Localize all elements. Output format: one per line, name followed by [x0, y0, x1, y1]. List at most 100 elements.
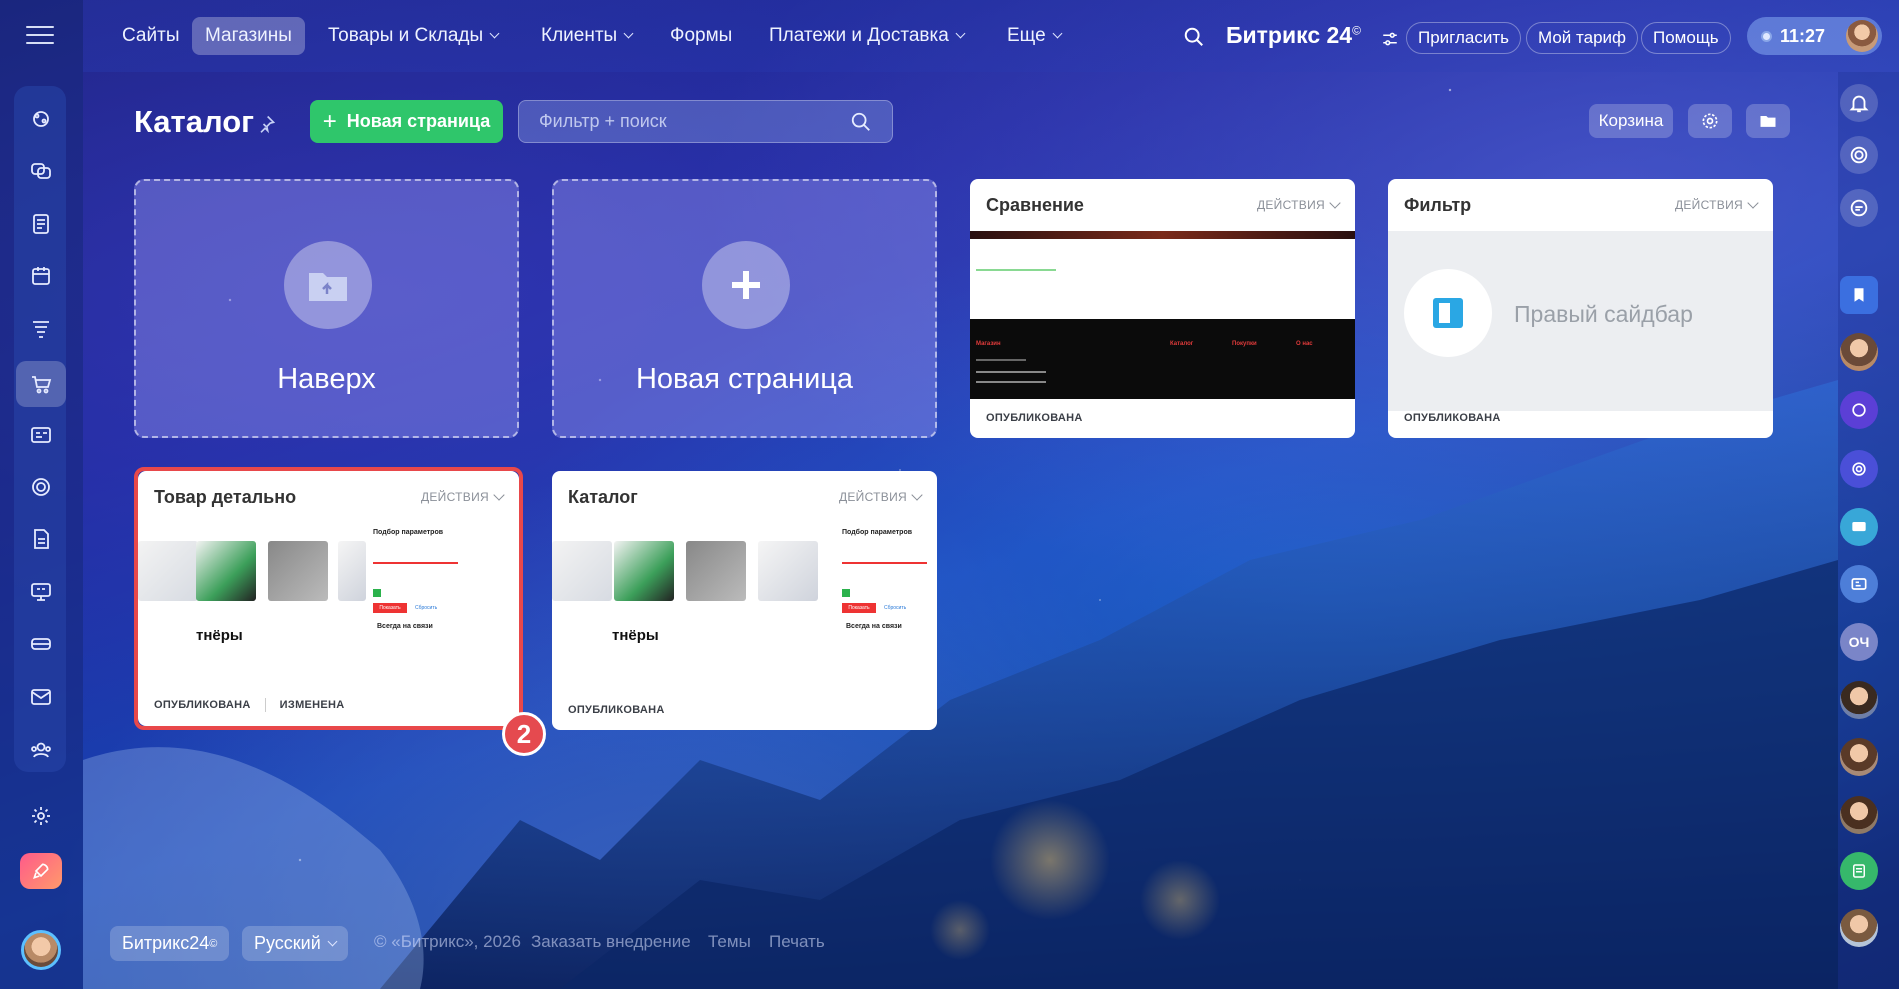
chat-group-icon[interactable]	[1840, 391, 1878, 429]
invite-button[interactable]: Пригласить	[1406, 22, 1522, 54]
topnav-more[interactable]: Еще	[994, 17, 1074, 55]
help-button[interactable]: Помощь	[1641, 22, 1731, 54]
copilot-icon[interactable]	[1840, 136, 1878, 174]
notifications-bell-icon[interactable]	[1840, 84, 1878, 122]
search-icon[interactable]	[1183, 26, 1205, 48]
filter-settings-icon[interactable]	[1381, 30, 1399, 48]
page-card-catalog[interactable]: Каталог ДЕЙСТВИЯ Подбор параметров Показ…	[552, 471, 937, 730]
card-header: Фильтр ДЕЙСТВИЯ	[1388, 179, 1773, 231]
filter-search-input[interactable]	[539, 111, 850, 132]
chevron-down-icon	[1052, 28, 1063, 39]
cart-button[interactable]: Корзина	[1589, 104, 1673, 138]
nav-calendar-icon[interactable]	[16, 253, 66, 299]
card-actions-dropdown[interactable]: ДЕЙСТВИЯ	[1675, 196, 1759, 212]
page-title: Каталог	[134, 104, 255, 139]
clock-icon	[1761, 30, 1772, 42]
menu-burger-icon[interactable]	[26, 26, 54, 46]
filter-search-box[interactable]	[518, 100, 893, 143]
contact-initials-avatar[interactable]: ОЧ	[1840, 623, 1878, 661]
card-status: ОПУБЛИКОВАНА ИЗМЕНЕНА	[154, 698, 345, 712]
footer-copyright: © «Битрикс», 2026	[374, 932, 521, 951]
worktime-button[interactable]: 11:27	[1747, 17, 1882, 55]
nav-automation-icon[interactable]	[16, 464, 66, 510]
card-new-page[interactable]: Новая страница	[552, 179, 937, 438]
card-preview: Правый сайдбар	[1388, 231, 1773, 411]
nav-sites-icon[interactable]	[16, 412, 66, 458]
card-actions-dropdown[interactable]: ДЕЙСТВИЯ	[421, 488, 505, 504]
card-preview: Магазин Каталог Покупки О нас	[970, 231, 1355, 411]
profile-avatar[interactable]	[1846, 20, 1878, 52]
folder-icon[interactable]	[1746, 104, 1790, 138]
card-go-up[interactable]: Наверх	[134, 179, 519, 438]
user-avatar[interactable]	[21, 930, 61, 970]
card-title: Сравнение	[986, 194, 1084, 215]
open-lines-icon[interactable]	[1840, 508, 1878, 546]
messenger-icon[interactable]	[1840, 189, 1878, 227]
topnav-products-warehouses[interactable]: Товары и Склады	[315, 17, 511, 55]
card-title: Фильтр	[1404, 194, 1472, 215]
notes-icon[interactable]	[1840, 852, 1878, 890]
nav-feed-icon[interactable]	[16, 96, 66, 142]
rocket-icon[interactable]	[20, 853, 62, 889]
card-title: Товар детально	[154, 486, 297, 507]
plus-icon	[702, 241, 790, 329]
page-card-product-detail[interactable]: Товар детально ДЕЙСТВИЯ Подбор параметро…	[138, 471, 519, 726]
card-preview: Подбор параметров Показать Сбросить Всег…	[552, 523, 937, 683]
settings-gear-icon[interactable]	[1688, 104, 1732, 138]
topnav-forms[interactable]: Формы	[657, 17, 745, 55]
contact-avatar[interactable]	[1840, 909, 1878, 947]
card-status: ОПУБЛИКОВАНА	[568, 704, 665, 716]
language-selector[interactable]: Русский	[242, 926, 348, 961]
topnav-clients[interactable]: Клиенты	[528, 17, 645, 55]
topnav-sites[interactable]: Сайты	[109, 17, 192, 55]
card-status: ОПУБЛИКОВАНА	[986, 412, 1083, 424]
nav-crm-funnel-icon[interactable]	[16, 306, 66, 352]
card-actions-dropdown[interactable]: ДЕЙСТВИЯ	[1257, 196, 1341, 212]
card-actions-dropdown[interactable]: ДЕЙСТВИЯ	[839, 488, 923, 504]
footer-order-implementation-link[interactable]: Заказать внедрение	[531, 932, 691, 952]
card-title: Каталог	[568, 486, 638, 507]
contact-avatar[interactable]	[1840, 333, 1878, 371]
chevron-down-icon	[623, 28, 634, 39]
folder-up-icon	[284, 241, 372, 329]
footer-themes-link[interactable]: Темы	[708, 932, 751, 952]
nav-chat-icon[interactable]	[16, 148, 66, 194]
my-tariff-button[interactable]: Мой тариф	[1526, 22, 1639, 54]
card-status: ОПУБЛИКОВАНА	[1404, 412, 1501, 424]
contact-avatar[interactable]	[1840, 681, 1878, 719]
card-new-page-label: Новая страница	[635, 363, 854, 395]
contact-card-icon[interactable]	[1840, 565, 1878, 603]
bookmark-icon[interactable]	[1840, 276, 1878, 314]
nav-training-icon[interactable]	[16, 569, 66, 615]
chevron-down-icon	[327, 936, 338, 946]
nav-shop-cart-icon[interactable]	[16, 361, 66, 407]
card-go-up-label: Наверх	[277, 363, 376, 395]
nav-tasks-icon[interactable]	[16, 201, 66, 247]
search-icon[interactable]	[850, 111, 872, 133]
contact-avatar[interactable]	[1840, 738, 1878, 776]
footer-brand-button[interactable]: Битрикс24 ©	[110, 926, 230, 961]
chat-channel-icon[interactable]	[1840, 450, 1878, 488]
nav-storage-icon[interactable]	[16, 621, 66, 667]
contact-avatar[interactable]	[1840, 796, 1878, 834]
page-card-comparison[interactable]: Сравнение ДЕЙСТВИЯ Магазин Каталог Покуп…	[970, 179, 1355, 438]
nav-mail-icon[interactable]	[16, 674, 66, 720]
brand-logo: Битрикс 24©	[1226, 22, 1361, 48]
card-header: Каталог ДЕЙСТВИЯ	[552, 471, 937, 523]
sidebar-layout-icon	[1404, 269, 1492, 357]
page-card-filter[interactable]: Фильтр ДЕЙСТВИЯ Правый сайдбар ОПУБЛИКОВ…	[1388, 179, 1773, 438]
card-header: Товар детально ДЕЙСТВИЯ	[138, 471, 519, 523]
nav-docs-icon[interactable]	[16, 516, 66, 562]
pin-icon[interactable]	[256, 114, 278, 136]
topnav-payments-delivery[interactable]: Платежи и Доставка	[756, 17, 977, 55]
card-preview: Подбор параметров Показать Сбросить Всег…	[138, 523, 519, 683]
card-header: Сравнение ДЕЙСТВИЯ	[970, 179, 1355, 231]
step-badge: 2	[502, 712, 546, 756]
new-page-button[interactable]: + Новая страница	[310, 100, 503, 143]
nav-employees-icon[interactable]	[16, 727, 66, 773]
chevron-down-icon	[489, 28, 500, 39]
topnav-shops[interactable]: Магазины	[192, 17, 305, 55]
settings-gear-icon[interactable]	[16, 793, 66, 839]
preview-text: Правый сайдбар	[1514, 301, 1693, 327]
footer-print-link[interactable]: Печать	[769, 932, 825, 952]
